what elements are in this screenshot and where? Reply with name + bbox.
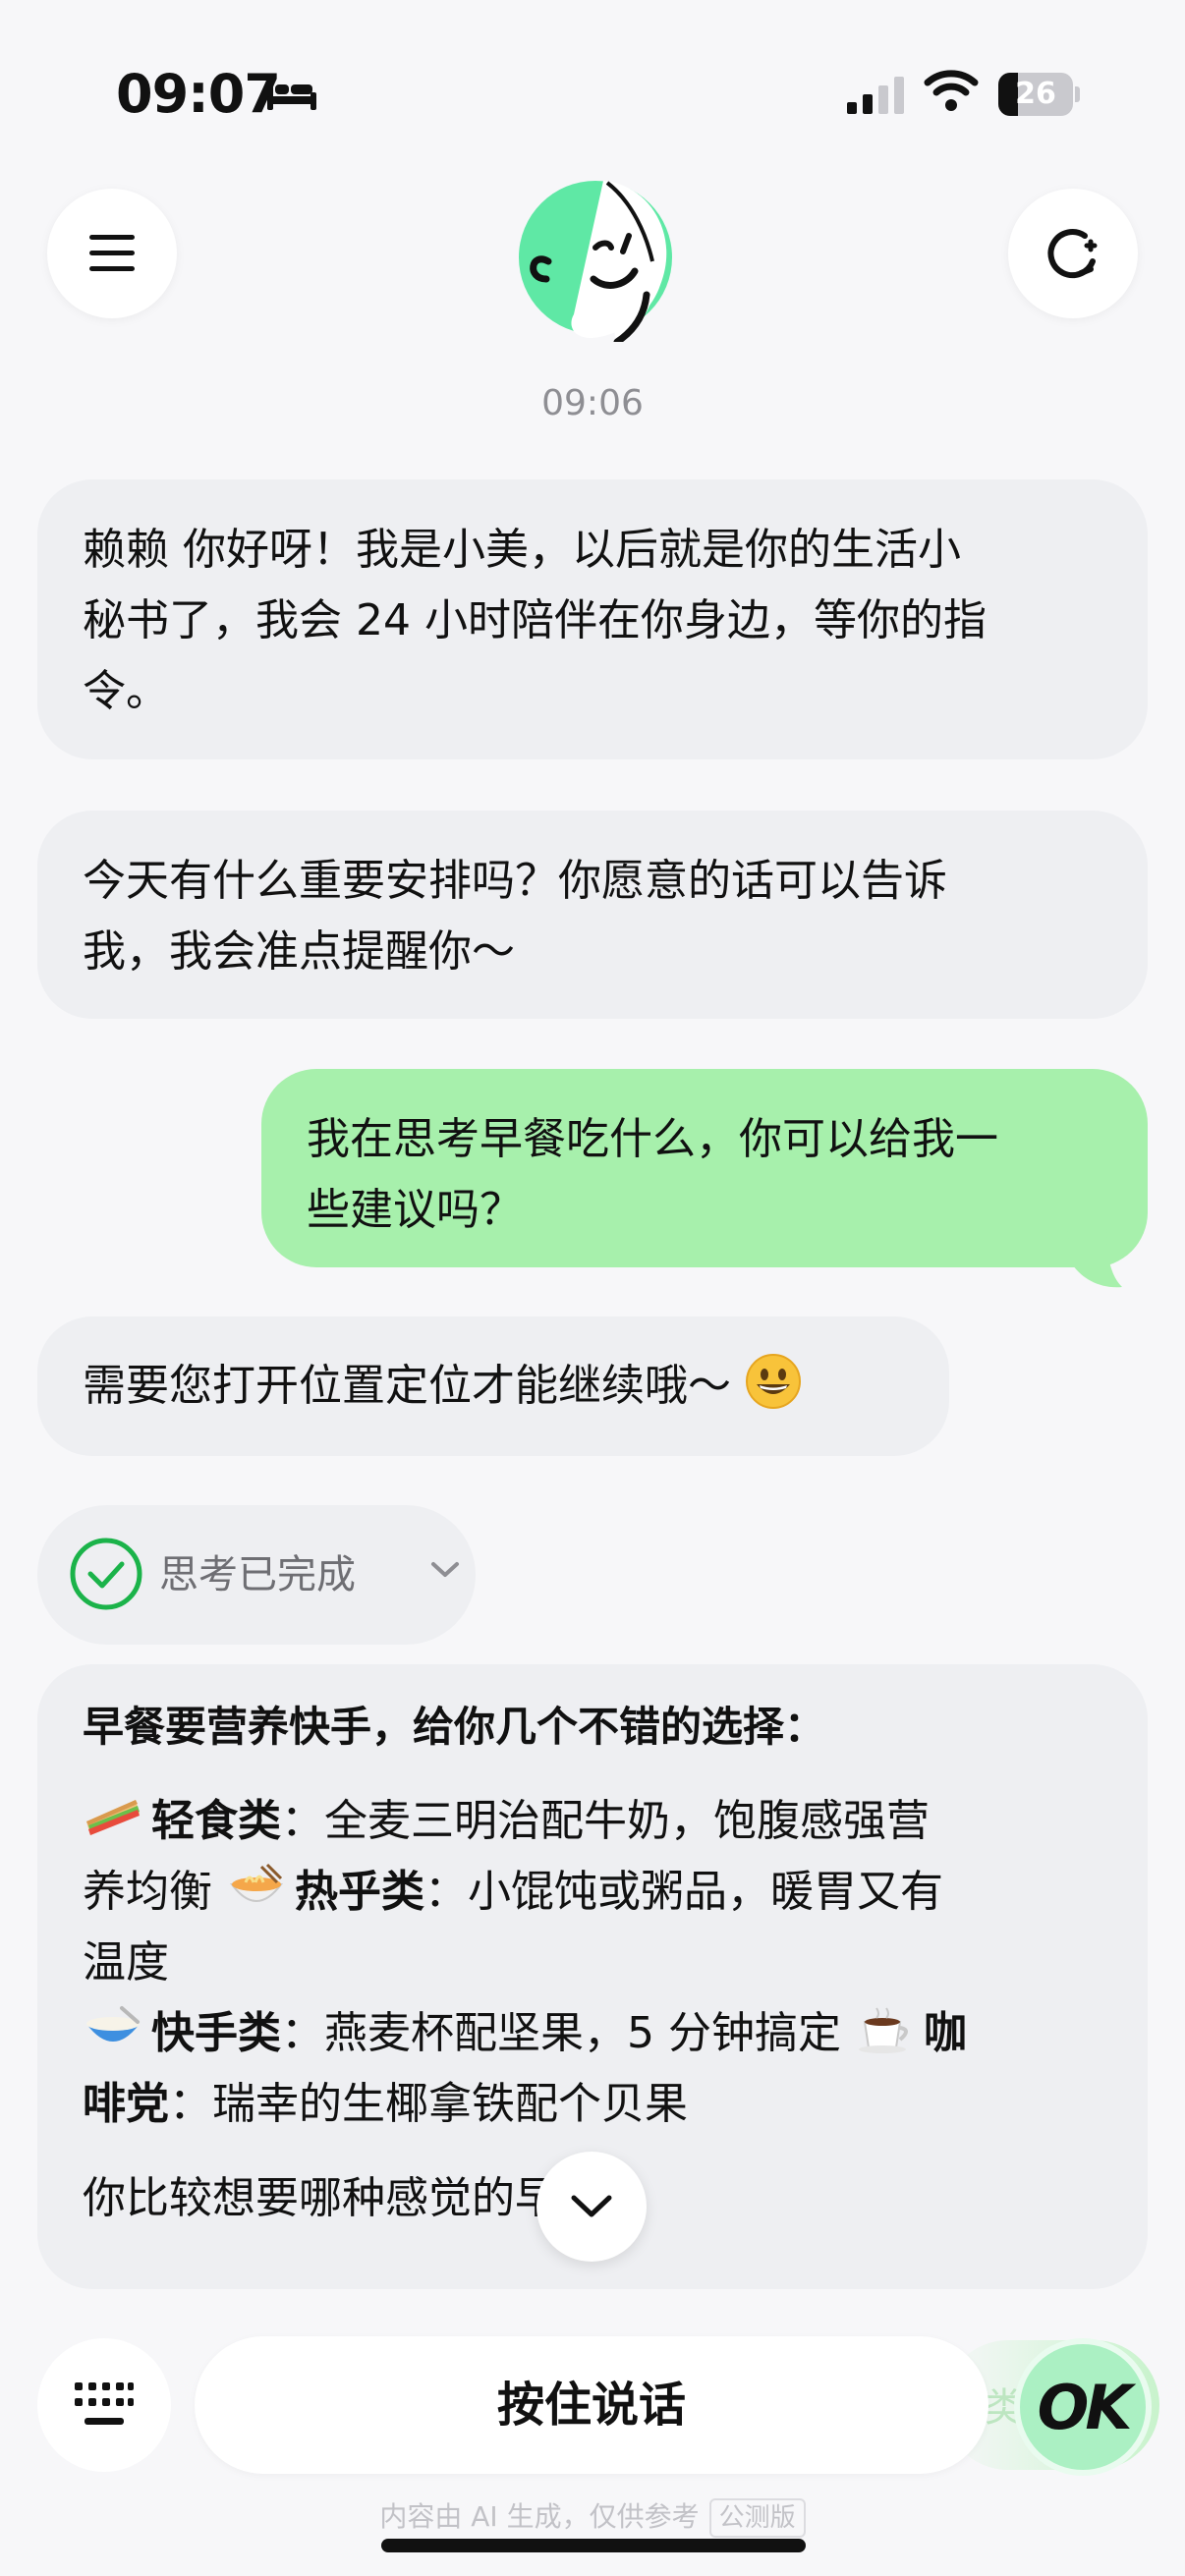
status-time: 09:07 <box>116 63 281 125</box>
noodle-bowl-emoji <box>230 1863 283 1902</box>
answer-heading: 早餐要营养快手，给你几个不错的选择： <box>83 1703 826 1751</box>
ai-disclaimer: 内容由 AI 生成，仅供参考 公测版 <box>0 2495 1185 2538</box>
assistant-avatar[interactable] <box>513 177 678 342</box>
hold-to-talk-button[interactable]: 按住说话 <box>195 2336 988 2474</box>
option-text: ：小馄饨或粥品，暖胃又有 <box>424 1867 943 1917</box>
bowl-emoji <box>86 2006 140 2042</box>
chat-timestamp: 09:06 <box>541 383 644 423</box>
user-message: 我在思考早餐吃什么，你可以给我一 些建议吗？ <box>261 1069 1148 1267</box>
message-line: 我，我会准点提醒你～ <box>83 926 515 977</box>
ok-button[interactable]: OK <box>1014 2338 1152 2476</box>
menu-button[interactable] <box>47 189 177 318</box>
thinking-status-toggle[interactable]: 思考已完成 <box>37 1505 476 1645</box>
battery-level: 26 <box>1015 77 1056 111</box>
coffee-emoji <box>858 2007 908 2053</box>
user-bubble-tail <box>1067 1226 1122 1288</box>
category-coffee-part2: 啡党 <box>83 2079 169 2129</box>
message-line: 秘书了，我会 24 小时陪伴在你身边，等你的指 <box>83 595 987 645</box>
assistant-message: 需要您打开位置定位才能继续哦～ <box>37 1316 949 1456</box>
wifi-icon <box>924 70 979 111</box>
grinning-face-emoji <box>746 1354 801 1409</box>
bed-icon <box>267 81 316 110</box>
sandwich-emoji <box>86 1800 140 1835</box>
ok-label: OK <box>1037 2371 1133 2443</box>
message-line: 令。 <box>83 666 169 716</box>
option-text: 温度 <box>83 1937 169 1988</box>
answer-options: 轻食类：全麦三明治配牛奶，饱腹感强营 养均衡 热乎类：小馄饨或粥品，暖胃又有 温… <box>83 1786 1102 2140</box>
thinking-label: 思考已完成 <box>159 1552 356 1597</box>
chevron-down-icon <box>431 1562 459 1577</box>
scroll-to-bottom-button[interactable] <box>536 2152 647 2262</box>
message-line: 我在思考早餐吃什么，你可以给我一 <box>307 1114 998 1164</box>
status-bar: 09:07 26 <box>0 0 1185 187</box>
assistant-message: 赖赖 你好呀！我是小美，以后就是你的生活小 秘书了，我会 24 小时陪伴在你身边… <box>37 479 1148 759</box>
option-text: ：燕麦杯配坚果，5 分钟搞定 <box>281 2008 855 2058</box>
assistant-message: 今天有什么重要安排吗？你愿意的话可以告诉 我，我会准点提醒你～ <box>37 811 1148 1019</box>
category-light-meal: 轻食类 <box>151 1796 281 1846</box>
cellular-signal-icon <box>847 77 904 114</box>
battery-icon: 26 <box>998 73 1080 116</box>
hamburger-menu-icon <box>89 235 135 271</box>
chevron-down-icon <box>571 2195 612 2217</box>
option-text: ：全麦三明治配牛奶，饱腹感强营 <box>281 1796 930 1846</box>
option-text: 养均衡 <box>83 1867 226 1917</box>
check-circle-icon <box>70 1538 142 1610</box>
beta-badge: 公测版 <box>708 2498 806 2538</box>
category-hot-food: 热乎类 <box>295 1867 424 1917</box>
home-indicator[interactable] <box>381 2539 806 2552</box>
message-line: 些建议吗？ <box>307 1185 523 1235</box>
category-coffee-part1: 咖 <box>923 2008 967 2058</box>
message-text: 需要您打开位置定位才能继续哦～ <box>83 1361 731 1411</box>
keyboard-icon <box>75 2382 134 2425</box>
refresh-plus-icon <box>1047 229 1098 279</box>
option-text: ：瑞幸的生椰拿铁配个贝果 <box>169 2079 688 2129</box>
disclaimer-text: 内容由 AI 生成，仅供参考 <box>379 2500 700 2533</box>
message-line: 赖赖 你好呀！我是小美，以后就是你的生活小 <box>83 525 961 575</box>
category-quick: 快手类 <box>151 2008 281 2058</box>
new-chat-button[interactable] <box>1008 189 1138 318</box>
keyboard-toggle-button[interactable] <box>37 2338 171 2472</box>
message-line: 今天有什么重要安排吗？你愿意的话可以告诉 <box>83 856 947 906</box>
